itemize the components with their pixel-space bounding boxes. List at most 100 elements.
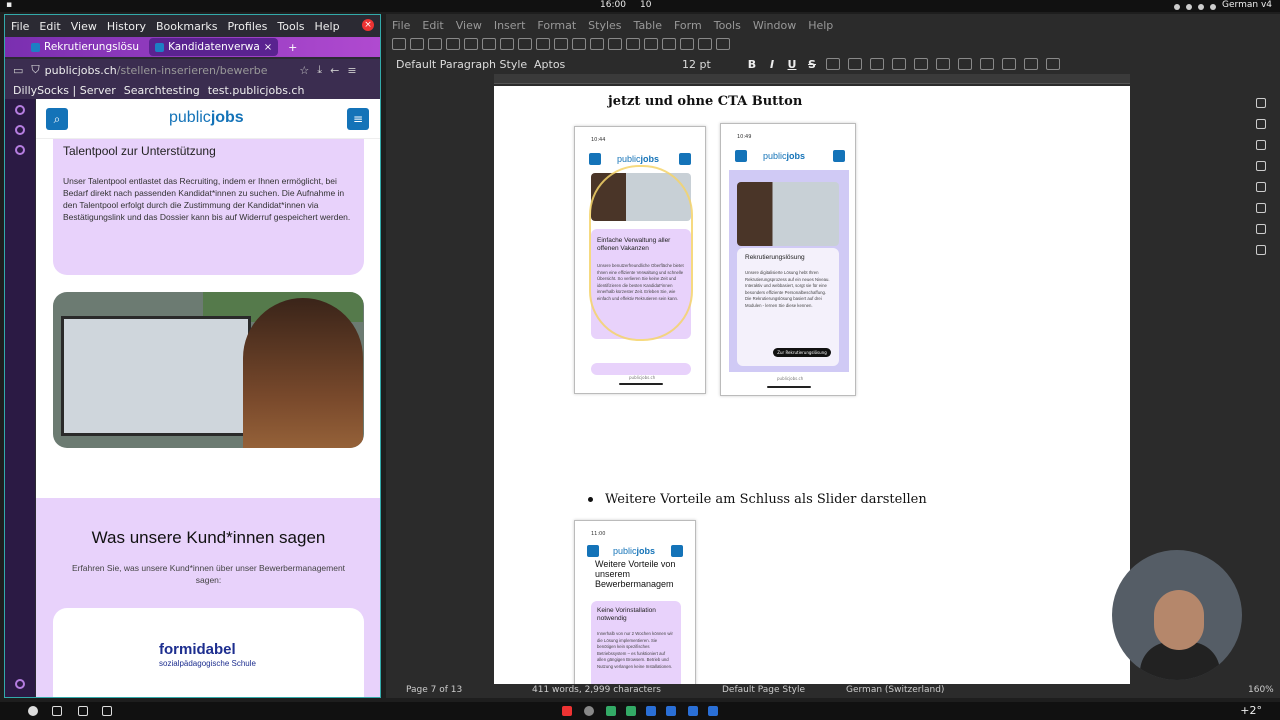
sidebar-icon[interactable]	[15, 125, 25, 135]
print-icon[interactable]	[464, 38, 478, 50]
mail-icon[interactable]	[52, 706, 62, 716]
tray-icon[interactable]	[1186, 3, 1193, 10]
italic-icon[interactable]: I	[766, 58, 778, 71]
save-icon[interactable]	[428, 38, 442, 50]
clock[interactable]: 16:00	[600, 0, 626, 10]
redo-icon[interactable]	[554, 38, 568, 50]
line-icon[interactable]	[716, 38, 730, 50]
horizontal-ruler[interactable]	[494, 74, 1130, 84]
justify-icon[interactable]	[980, 58, 994, 70]
settings-icon[interactable]	[15, 679, 25, 689]
bold-icon[interactable]: B	[746, 58, 758, 71]
screenshot-mockup[interactable]: 11:00 publicjobs Weitere Vorteile von un…	[574, 520, 696, 684]
document-page[interactable]: jetzt und ohne CTA Button 10:44 publicjo…	[494, 86, 1130, 684]
table-icon[interactable]	[590, 38, 604, 50]
special-character-icon[interactable]	[662, 38, 676, 50]
menu-styles[interactable]: Styles	[588, 19, 621, 32]
menu-help[interactable]: Help	[315, 20, 340, 33]
app-icon[interactable]	[708, 706, 718, 716]
bookmark-item[interactable]: Searchtesting	[124, 84, 200, 97]
numbered-list-icon[interactable]	[1024, 58, 1038, 70]
undo-icon[interactable]	[536, 38, 550, 50]
lock-icon[interactable]: ▪	[6, 0, 12, 10]
weather-temperature[interactable]: +2°	[1240, 704, 1262, 717]
notification-count[interactable]: 10	[640, 0, 651, 10]
menu-format[interactable]: Format	[537, 19, 576, 32]
download-icon[interactable]: ⤓	[317, 63, 322, 77]
page-icon[interactable]	[1256, 119, 1266, 129]
close-window-button[interactable]: ×	[362, 19, 374, 31]
gallery-icon[interactable]	[1256, 161, 1266, 171]
menu-tools[interactable]: Tools	[277, 20, 304, 33]
close-tab-icon[interactable]: ×	[264, 42, 272, 53]
highlight-icon[interactable]	[892, 58, 906, 70]
open-icon[interactable]	[410, 38, 424, 50]
menu-help[interactable]: Help	[808, 19, 833, 32]
tab-kandidatenverwaltung[interactable]: Kandidatenverwa ×	[149, 38, 279, 56]
language[interactable]: German (Switzerland)	[846, 685, 944, 695]
chart-icon[interactable]	[626, 38, 640, 50]
screenshot-mockup[interactable]: 10:44 publicjobs Einfache Verwaltung all…	[574, 126, 706, 394]
navigator-icon[interactable]	[1256, 182, 1266, 192]
url-bar[interactable]: ⛉ publicjobs.ch/stellen-inserieren/bewer…	[31, 61, 291, 79]
files-icon[interactable]	[102, 706, 112, 716]
terminal-icon[interactable]	[78, 706, 88, 716]
superscript-icon[interactable]	[826, 58, 840, 70]
app-icon[interactable]	[666, 706, 676, 716]
app-icon[interactable]	[562, 706, 572, 716]
cut-icon[interactable]	[482, 38, 496, 50]
menu-bookmarks[interactable]: Bookmarks	[156, 20, 217, 33]
align-right-icon[interactable]	[958, 58, 972, 70]
menu-profiles[interactable]: Profiles	[227, 20, 267, 33]
menu-insert[interactable]: Insert	[494, 19, 526, 32]
properties-icon[interactable]	[1256, 98, 1266, 108]
find-icon[interactable]	[1256, 245, 1266, 255]
shield-icon[interactable]: ⛉	[31, 63, 39, 77]
app-icon[interactable]	[584, 706, 594, 716]
subscript-icon[interactable]	[848, 58, 862, 70]
align-left-icon[interactable]	[914, 58, 928, 70]
screenshot-mockup[interactable]: 10:49 publicjobs Rekrutierungslösung Uns…	[720, 123, 856, 396]
app-icon[interactable]	[646, 706, 656, 716]
new-icon[interactable]	[392, 38, 406, 50]
comment-icon[interactable]	[698, 38, 712, 50]
design-icon[interactable]	[1256, 224, 1266, 234]
hamburger-menu-icon[interactable]: ≡	[347, 108, 369, 130]
tray-icon[interactable]	[1198, 3, 1205, 10]
link-icon[interactable]	[680, 38, 694, 50]
paste-icon[interactable]	[518, 38, 532, 50]
font-size-select[interactable]: 12 pt	[678, 56, 738, 72]
menu-file[interactable]: File	[392, 19, 410, 32]
keyboard-layout[interactable]: German v4	[1222, 0, 1272, 10]
indent-icon[interactable]	[1046, 58, 1060, 70]
page-count[interactable]: Page 7 of 13	[406, 685, 462, 695]
menu-table[interactable]: Table	[634, 19, 662, 32]
styles-icon[interactable]	[1256, 140, 1266, 150]
textbox-icon[interactable]	[644, 38, 658, 50]
menu-icon[interactable]: ≡	[347, 64, 356, 77]
bookmark-item[interactable]: test.publicjobs.ch	[208, 84, 305, 97]
site-logo[interactable]: publicjobs	[169, 109, 244, 127]
history-icon[interactable]	[15, 145, 25, 155]
paragraph-style-select[interactable]: Default Paragraph Style	[392, 56, 527, 72]
menu-view[interactable]: View	[71, 20, 97, 33]
sidebar-icon[interactable]	[15, 105, 25, 115]
copy-icon[interactable]	[500, 38, 514, 50]
bookmark-star-icon[interactable]: ☆	[299, 64, 309, 77]
underline-icon[interactable]: U	[786, 58, 798, 71]
search-icon[interactable]: ⌕	[46, 108, 68, 130]
tray-icon[interactable]	[1210, 3, 1217, 10]
menu-edit[interactable]: Edit	[39, 20, 60, 33]
menu-window[interactable]: Window	[753, 19, 796, 32]
menu-edit[interactable]: Edit	[422, 19, 443, 32]
manage-changes-icon[interactable]	[1256, 203, 1266, 213]
font-color-icon[interactable]	[870, 58, 884, 70]
align-center-icon[interactable]	[936, 58, 950, 70]
bullet-list-icon[interactable]	[1002, 58, 1016, 70]
sidebar-toggle-icon[interactable]: ▭	[13, 64, 23, 77]
zoom-level[interactable]: 160%	[1248, 685, 1274, 695]
back-icon[interactable]: ←	[330, 64, 339, 77]
app-icon[interactable]	[688, 706, 698, 716]
tray-icon[interactable]	[1174, 3, 1181, 10]
word-count[interactable]: 411 words, 2,999 characters	[532, 685, 661, 695]
